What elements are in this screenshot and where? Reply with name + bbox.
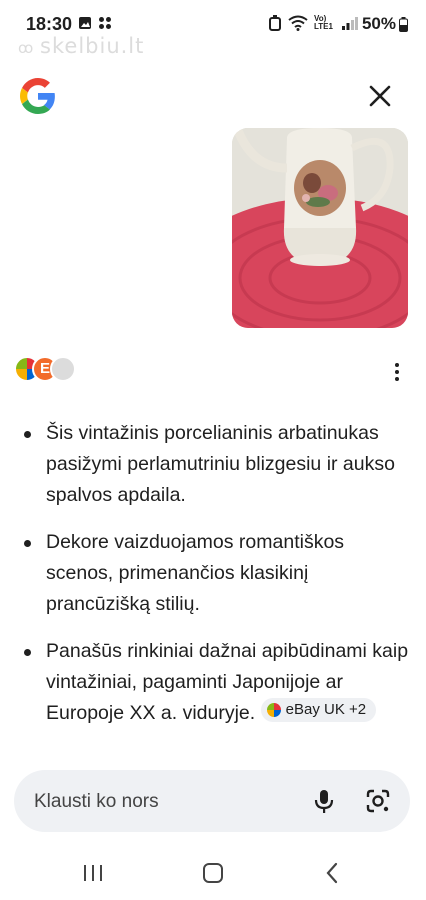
close-icon[interactable] bbox=[362, 78, 398, 114]
apps-icon bbox=[99, 17, 111, 29]
mic-icon[interactable] bbox=[310, 787, 338, 815]
google-g-icon[interactable] bbox=[20, 78, 56, 114]
gallery-icon bbox=[79, 17, 91, 29]
battery-icon bbox=[399, 16, 408, 32]
more-vert-icon[interactable] bbox=[385, 360, 409, 384]
watermark-text: skelbiu.lt bbox=[40, 34, 145, 58]
answer-bullets: Šis vintažinis porcelianinis arbatinukas… bbox=[24, 418, 416, 745]
source-chip-label: eBay UK +2 bbox=[285, 701, 367, 718]
watermark: ꝏ skelbiu.lt bbox=[18, 34, 144, 58]
google-lens-icon[interactable] bbox=[364, 787, 392, 815]
watermark-glyph: ꝏ bbox=[18, 39, 41, 57]
bullet-item: Dekore vaizduojamos romantiškos scenos, … bbox=[24, 527, 416, 620]
network-label: Vo) LTE1 bbox=[314, 14, 333, 31]
teapot-photo[interactable] bbox=[232, 128, 408, 328]
system-nav-bar bbox=[0, 848, 426, 900]
battery-status: 50% bbox=[362, 14, 408, 34]
bullet-item: Šis vintažinis porcelianinis arbatinukas… bbox=[24, 418, 416, 511]
globe-source-icon bbox=[50, 356, 76, 382]
system-icons: Vo) LTE1 bbox=[268, 15, 358, 31]
bullet-item: Panašūs rinkiniai dažnai apibūdinami kai… bbox=[24, 636, 416, 729]
source-chip[interactable]: eBay UK +2 bbox=[260, 698, 377, 722]
source-icons[interactable]: E bbox=[14, 356, 84, 384]
battery-text: 50% bbox=[361, 14, 396, 33]
notification-icons bbox=[78, 16, 112, 30]
ask-input[interactable] bbox=[32, 770, 296, 834]
content-fade bbox=[0, 740, 426, 764]
signal-icon bbox=[342, 17, 358, 30]
ebay-chip-icon bbox=[266, 703, 281, 717]
wifi-icon bbox=[288, 15, 308, 31]
status-time: 18:30 bbox=[26, 14, 73, 34]
bullet-text: Dekore vaizduojamos romantiškos scenos, … bbox=[46, 531, 345, 615]
ask-bar[interactable] bbox=[14, 770, 410, 834]
home-icon[interactable] bbox=[198, 860, 228, 886]
bullet-text: Šis vintažinis porcelianinis arbatinukas… bbox=[46, 422, 395, 506]
back-icon[interactable] bbox=[318, 860, 348, 886]
alarm-icon bbox=[269, 15, 281, 31]
recents-icon[interactable] bbox=[78, 860, 108, 886]
